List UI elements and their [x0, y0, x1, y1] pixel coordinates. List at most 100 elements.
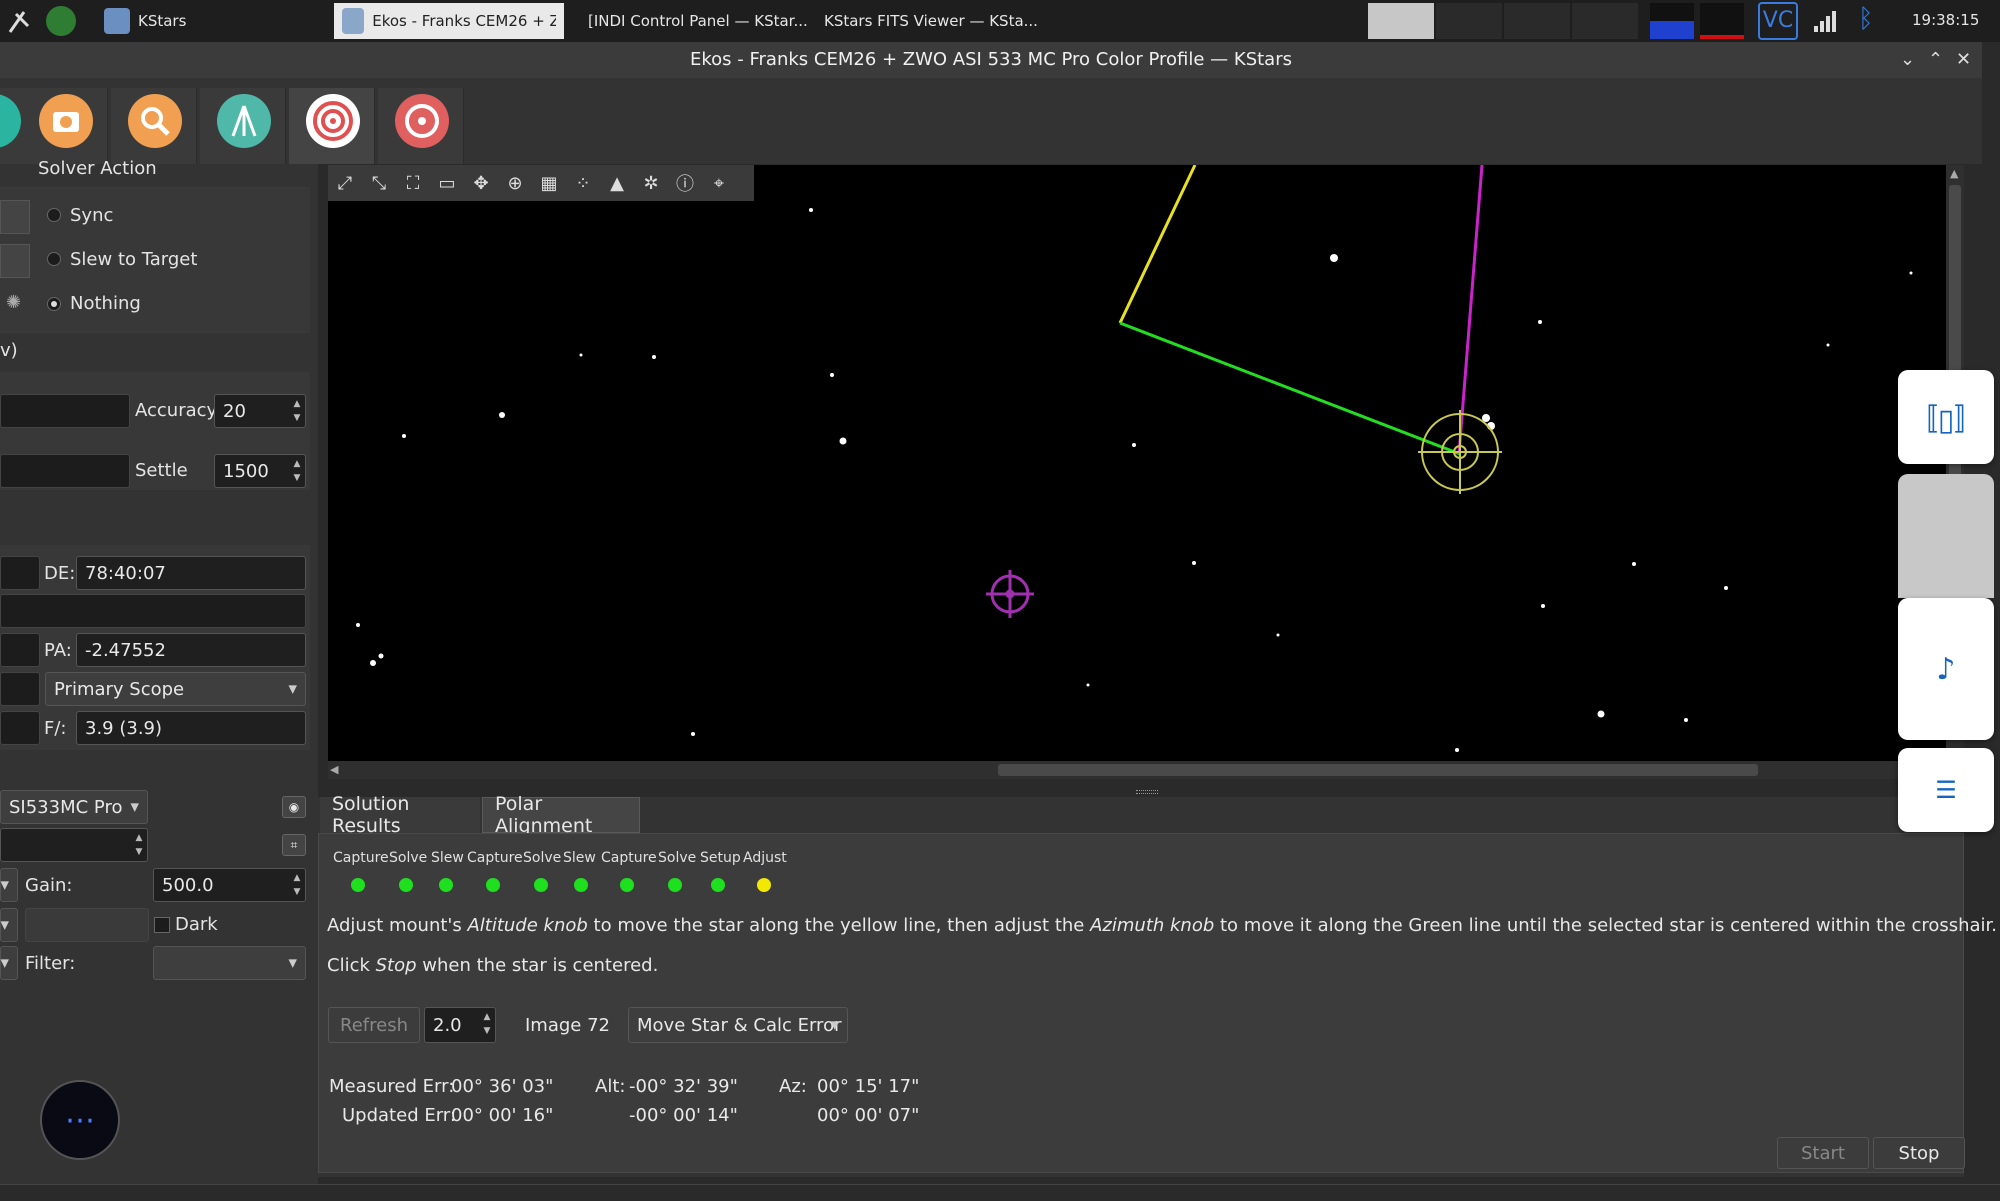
close-icon[interactable]: ✕: [1956, 42, 1971, 78]
filter-select[interactable]: ▼: [153, 946, 306, 980]
stage-led: [711, 878, 725, 892]
chat-bubble-button[interactable]: ⋯: [40, 1080, 120, 1160]
scope-select[interactable]: Primary Scope ▼: [45, 672, 306, 706]
vibrate-button[interactable]: 〚▯〛: [1898, 370, 1994, 464]
module-capture-button[interactable]: [22, 88, 108, 164]
binning-select[interactable]: ▼: [0, 868, 18, 902]
accuracy-label: Accuracy: [135, 400, 218, 421]
horizontal-scrollbar[interactable]: ◀: [328, 761, 1946, 779]
spin-arrows-icon[interactable]: ▲ ▼: [291, 871, 303, 899]
music-button[interactable]: ♪: [1898, 598, 1994, 740]
chevron-down-icon: ▼: [0, 878, 9, 892]
eye-icon[interactable]: ◉: [282, 796, 306, 818]
vnc-icon[interactable]: VC: [1758, 2, 1798, 40]
sync-side-button[interactable]: [0, 200, 30, 234]
gain-spinbox[interactable]: 500.0 ▲ ▼: [153, 868, 306, 902]
dark-label[interactable]: Dark: [175, 914, 218, 935]
pole-icon[interactable]: ▲: [600, 165, 634, 201]
zoom-fit-icon[interactable]: ▭: [430, 165, 464, 201]
az-updated-value: 00° 00' 07": [817, 1105, 920, 1126]
start-button[interactable]: Start: [1777, 1137, 1869, 1169]
workspace-1[interactable]: [1368, 3, 1434, 39]
scroll-up-icon[interactable]: ▲: [1950, 167, 1958, 180]
minimize-icon[interactable]: ⌄: [1900, 42, 1915, 78]
bluetooth-icon[interactable]: ᛒ: [1858, 4, 1874, 34]
type-select[interactable]: ▼: [0, 908, 18, 942]
spin-arrows-icon[interactable]: ▲ ▼: [291, 397, 303, 425]
stars-icon[interactable]: ⁘: [566, 165, 600, 201]
workspace-4[interactable]: [1572, 3, 1638, 39]
zoom-default-icon[interactable]: ⛶: [396, 165, 430, 201]
refresh-mode-select[interactable]: Move Star & Calc Error ▼: [628, 1007, 848, 1043]
settle-label: Settle: [135, 460, 188, 481]
workspace-2[interactable]: [1436, 3, 1502, 39]
center-icon[interactable]: ⊕: [498, 165, 532, 201]
taskbar-app-indi[interactable]: [INDI Control Panel — KStar...: [572, 3, 808, 39]
chevron-down-icon: ▼: [288, 956, 297, 970]
grid-icon[interactable]: ▦: [532, 165, 566, 201]
objects-icon[interactable]: ✲: [634, 165, 668, 201]
radio-sync-label[interactable]: Sync: [70, 205, 113, 226]
gain-value: 500.0: [162, 874, 214, 896]
network-icon[interactable]: [1812, 8, 1838, 34]
radio-slew-label[interactable]: Slew to Target: [70, 249, 197, 270]
mount-icon: [217, 94, 271, 148]
accuracy-left-field[interactable]: [0, 394, 130, 428]
refresh-button[interactable]: Refresh: [328, 1007, 420, 1043]
frame-icon[interactable]: ⌗: [282, 834, 306, 856]
tab-solution-results[interactable]: Solution Results: [320, 793, 480, 837]
offset-field[interactable]: [25, 908, 149, 942]
taskbar-app-fits[interactable]: KStars FITS Viewer — KSta...: [808, 3, 1044, 39]
crosshair-icon[interactable]: ⌖: [702, 165, 736, 201]
fits-image-view[interactable]: [328, 165, 1946, 761]
launcher-menu-icon[interactable]: [6, 6, 36, 36]
settle-left-field[interactable]: [0, 454, 130, 488]
setup-icon: [0, 94, 21, 148]
tab-polar-alignment[interactable]: Polar Alignment: [482, 793, 640, 837]
scope-value: Primary Scope: [54, 678, 185, 700]
stop-button[interactable]: Stop: [1873, 1137, 1965, 1169]
spin-arrows-icon[interactable]: ▲ ▼: [481, 1010, 493, 1038]
spin-arrows-icon[interactable]: ▲ ▼: [133, 831, 145, 859]
spin-arrows-icon[interactable]: ▲ ▼: [291, 457, 303, 485]
zoom-out-icon[interactable]: ⤡: [362, 165, 396, 201]
camera-select[interactable]: SI533MC Pro ▼: [0, 790, 148, 824]
radio-nothing-label[interactable]: Nothing: [70, 293, 141, 314]
module-focus-button[interactable]: [111, 88, 197, 164]
chevron-down-icon: ▼: [130, 800, 139, 814]
refresh-interval-spinbox[interactable]: 2.0 ▲ ▼: [424, 1007, 496, 1043]
info-icon[interactable]: ⓘ: [668, 165, 702, 201]
zoom-in-icon[interactable]: ⤢: [328, 165, 362, 201]
maximize-icon[interactable]: ⌃: [1928, 42, 1943, 78]
scroll-thumb[interactable]: [998, 764, 1758, 776]
radio-slew-to-target[interactable]: [47, 252, 61, 266]
accuracy-spinbox[interactable]: 20 ▲ ▼: [214, 394, 306, 428]
slew-side-button[interactable]: [0, 244, 30, 278]
section-label-partial: v): [0, 340, 18, 361]
splitter-handle[interactable]: [1136, 790, 1158, 794]
settle-spinbox[interactable]: 1500 ▲ ▼: [214, 454, 306, 488]
taskbar-app-label: KStars FITS Viewer — KSta...: [824, 12, 1038, 30]
module-align-button[interactable]: [289, 88, 375, 164]
stage-label: Setup: [700, 850, 741, 866]
module-mount-button[interactable]: [200, 88, 286, 164]
workspace-3[interactable]: [1504, 3, 1570, 39]
taskbar-app-kstars[interactable]: KStars: [96, 3, 332, 39]
radio-nothing[interactable]: [47, 297, 61, 311]
scroll-left-icon[interactable]: ◀: [330, 763, 338, 776]
refresh-interval-value: 2.0: [433, 1014, 462, 1036]
phd-app-icon[interactable]: [46, 6, 76, 36]
exposure-spinbox[interactable]: ▲ ▼: [0, 828, 148, 862]
az-label: Az:: [779, 1076, 807, 1097]
instruction-text: to move it along the Green line until th…: [1214, 915, 1998, 936]
settings-sliders-button[interactable]: ☰: [1898, 748, 1994, 832]
dark-checkbox[interactable]: [154, 917, 170, 933]
filter-side-select[interactable]: ▼: [0, 946, 18, 980]
more-dots-icon: ⋯: [65, 1102, 95, 1138]
stage-label: Solve: [389, 850, 428, 866]
module-guide-button[interactable]: [378, 88, 464, 164]
pan-icon[interactable]: ✥: [464, 165, 498, 201]
clock[interactable]: 19:38:15: [1912, 11, 1979, 29]
taskbar-app-ekos[interactable]: Ekos - Franks CEM26 + ZW...: [334, 3, 564, 39]
radio-sync[interactable]: [47, 208, 61, 222]
